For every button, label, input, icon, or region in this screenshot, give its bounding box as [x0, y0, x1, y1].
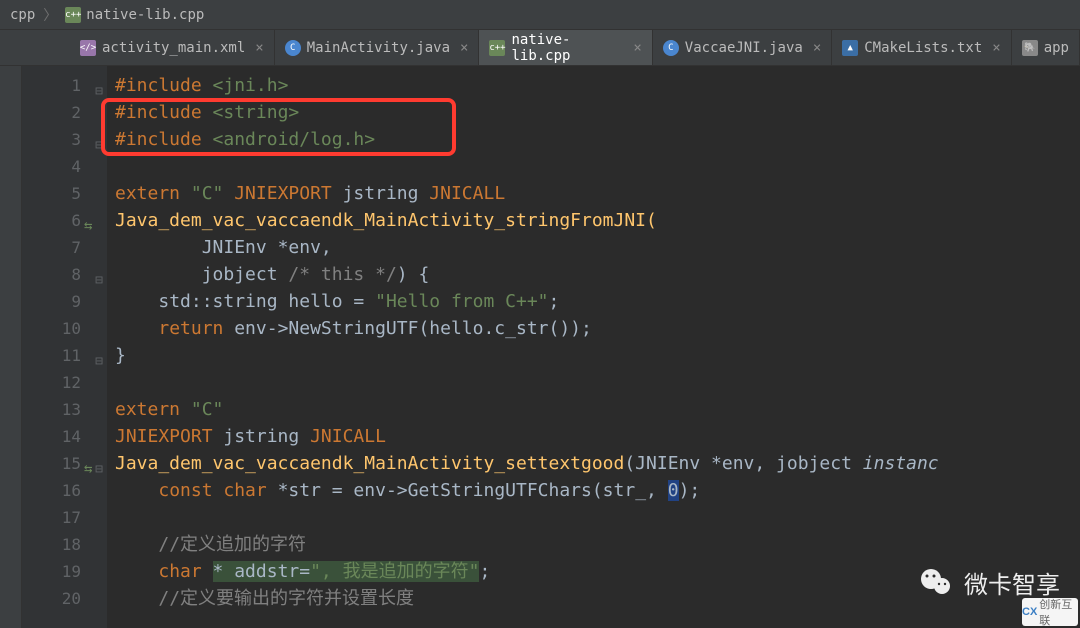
code-line[interactable]: return env->NewStringUTF(hello.c_str());: [115, 315, 1080, 342]
cpp-file-icon: c++: [65, 7, 81, 23]
code-editor[interactable]: 1⊟ 2 3⊟ 4 5 6⇆ 7 8⊟ 9 10 11⊟ 12 13 14 15…: [0, 66, 1080, 628]
code-line[interactable]: extern "C" JNIEXPORT jstring JNICALL: [115, 180, 1080, 207]
watermark-text: 微卡智享: [964, 565, 1060, 600]
tab-label: MainActivity.java: [307, 40, 450, 56]
code-area[interactable]: #include <jni.h> #include <string> #incl…: [107, 66, 1080, 628]
line-number: 4: [22, 153, 107, 180]
breadcrumb: cpp 〉 c++ native-lib.cpp: [0, 0, 1080, 30]
cmake-file-icon: ▲: [842, 40, 858, 56]
breadcrumb-file[interactable]: c++ native-lib.cpp: [59, 7, 210, 23]
code-line[interactable]: #include <jni.h>: [115, 72, 1080, 99]
corner-badge: CX创新互联: [1022, 598, 1078, 626]
code-line[interactable]: JNIEnv *env,: [115, 234, 1080, 261]
line-number: 1⊟: [22, 72, 107, 99]
xml-file-icon: </>: [80, 40, 96, 56]
close-icon[interactable]: ×: [992, 40, 1000, 56]
line-number: 7: [22, 234, 107, 261]
code-line[interactable]: JNIEXPORT jstring JNICALL: [115, 423, 1080, 450]
line-number: 17: [22, 504, 107, 531]
code-line[interactable]: const char *str = env->GetStringUTFChars…: [115, 477, 1080, 504]
line-number: 10: [22, 315, 107, 342]
line-number: 6⇆: [22, 207, 107, 234]
editor-tabs: </> activity_main.xml × C MainActivity.j…: [0, 30, 1080, 66]
app-icon: 🐘: [1022, 40, 1038, 56]
java-file-icon: C: [285, 40, 301, 56]
line-number: 2: [22, 99, 107, 126]
code-line[interactable]: [115, 153, 1080, 180]
line-number: 16: [22, 477, 107, 504]
tab-label: native-lib.cpp: [511, 32, 623, 64]
code-line[interactable]: [115, 369, 1080, 396]
chevron-right-icon: 〉: [43, 5, 57, 25]
code-line[interactable]: Java_dem_vac_vaccaendk_MainActivity_stri…: [115, 207, 1080, 234]
line-number: 8⊟: [22, 261, 107, 288]
line-number: 9: [22, 288, 107, 315]
tab-cmakelists[interactable]: ▲ CMakeLists.txt ×: [832, 30, 1011, 65]
close-icon[interactable]: ×: [813, 40, 821, 56]
tab-label: VaccaeJNI.java: [685, 40, 803, 56]
breadcrumb-parent[interactable]: cpp: [4, 7, 41, 23]
code-line[interactable]: std::string hello = "Hello from C++";: [115, 288, 1080, 315]
tab-label: CMakeLists.txt: [864, 40, 982, 56]
code-line[interactable]: Java_dem_vac_vaccaendk_MainActivity_sett…: [115, 450, 1080, 477]
code-line[interactable]: //定义追加的字符: [115, 531, 1080, 558]
code-line[interactable]: extern "C": [115, 396, 1080, 423]
code-line[interactable]: [115, 504, 1080, 531]
line-number: 12: [22, 369, 107, 396]
watermark: 微卡智享: [918, 564, 1060, 600]
line-number: 19: [22, 558, 107, 585]
code-line[interactable]: }: [115, 342, 1080, 369]
tab-native-lib[interactable]: c++ native-lib.cpp ×: [479, 30, 652, 65]
close-icon[interactable]: ×: [460, 40, 468, 56]
line-number: 18: [22, 531, 107, 558]
line-number: 14: [22, 423, 107, 450]
line-number: 13: [22, 396, 107, 423]
tab-activity-main[interactable]: </> activity_main.xml ×: [70, 30, 275, 65]
wechat-icon: [918, 564, 954, 600]
cpp-file-icon: c++: [489, 40, 505, 56]
java-file-icon: C: [663, 40, 679, 56]
code-line[interactable]: #include <string>: [115, 99, 1080, 126]
line-number: 11⊟: [22, 342, 107, 369]
breadcrumb-file-label: native-lib.cpp: [86, 7, 204, 23]
close-icon[interactable]: ×: [255, 40, 263, 56]
tab-label: app: [1044, 40, 1069, 56]
code-line[interactable]: #include <android/log.h>: [115, 126, 1080, 153]
line-number: 15⇆⊟: [22, 450, 107, 477]
tab-label: activity_main.xml: [102, 40, 245, 56]
line-gutter: 1⊟ 2 3⊟ 4 5 6⇆ 7 8⊟ 9 10 11⊟ 12 13 14 15…: [22, 66, 107, 628]
tab-app[interactable]: 🐘 app: [1012, 30, 1080, 65]
tab-main-activity[interactable]: C MainActivity.java ×: [275, 30, 480, 65]
line-number: 3⊟: [22, 126, 107, 153]
editor-sidebar: [0, 66, 22, 628]
code-line[interactable]: jobject /* this */) {: [115, 261, 1080, 288]
line-number: 20: [22, 585, 107, 612]
close-icon[interactable]: ×: [633, 40, 641, 56]
line-number: 5: [22, 180, 107, 207]
tab-vaccae-jni[interactable]: C VaccaeJNI.java ×: [653, 30, 832, 65]
